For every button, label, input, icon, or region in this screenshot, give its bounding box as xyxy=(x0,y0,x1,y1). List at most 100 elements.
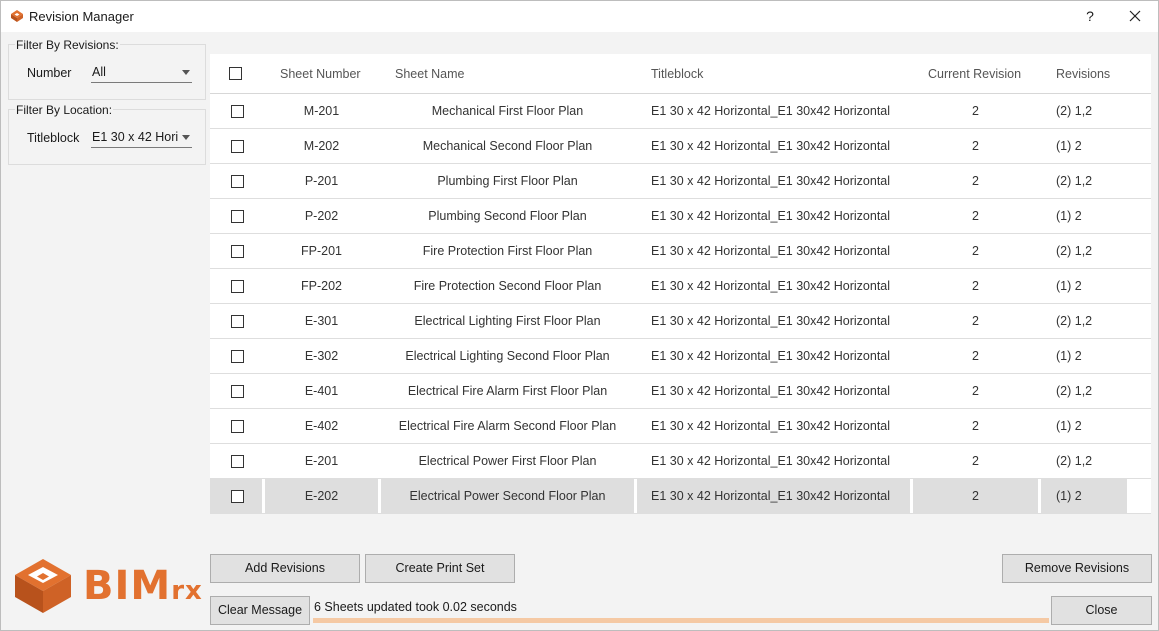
cell-revisions: (1) 2 xyxy=(1056,139,1082,153)
cell-current-revision: 2 xyxy=(972,349,979,363)
number-label: Number xyxy=(27,66,72,80)
table-row[interactable]: E-302 Electrical Lighting Second Floor Pl… xyxy=(210,339,1151,374)
cell-sheet-name: Mechanical First Floor Plan xyxy=(431,104,584,118)
remove-revisions-button[interactable]: Remove Revisions xyxy=(1002,554,1152,583)
select-all-checkbox[interactable] xyxy=(229,67,242,80)
cell-sheet-number: FP-201 xyxy=(301,244,342,258)
cell-sheet-name: Electrical Power First Floor Plan xyxy=(418,454,597,468)
progress-bar xyxy=(313,618,1049,623)
row-checkbox[interactable] xyxy=(231,455,244,468)
column-header-sheet-number[interactable]: Sheet Number xyxy=(280,67,361,81)
cell-sheet-number: FP-202 xyxy=(301,279,342,293)
cell-sheet-name: Plumbing Second Floor Plan xyxy=(428,209,587,223)
titleblock-label: Titleblock xyxy=(27,131,80,145)
table-row[interactable]: M-201 Mechanical First Floor Plan E1 30 x … xyxy=(210,94,1151,129)
revision-manager-window: Revision Manager ? Filter By Revisions: … xyxy=(0,0,1159,631)
cell-current-revision: 2 xyxy=(972,454,979,468)
cell-sheet-number: E-301 xyxy=(304,314,339,328)
table-row[interactable]: E-201 Electrical Power First Floor Plan E1… xyxy=(210,444,1151,479)
table-row[interactable]: P-201 Plumbing First Floor Plan E1 30 x 42… xyxy=(210,164,1151,199)
row-checkbox[interactable] xyxy=(231,315,244,328)
filter-by-location-legend: Filter By Location: xyxy=(15,103,114,117)
cell-current-revision: 2 xyxy=(972,174,979,188)
cell-sheet-name: Mechanical Second Floor Plan xyxy=(422,139,593,153)
table-row[interactable]: E-301 Electrical Lighting First Floor Pla… xyxy=(210,304,1151,339)
create-print-set-button[interactable]: Create Print Set xyxy=(365,554,515,583)
cell-sheet-name: Electrical Fire Alarm First Floor Plan xyxy=(407,384,608,398)
number-select-value: All xyxy=(92,65,106,79)
cell-current-revision: 2 xyxy=(972,419,979,433)
table-row[interactable]: E-202 Electrical Power Second Floor Plan E… xyxy=(210,479,1151,514)
column-header-titleblock[interactable]: Titleblock xyxy=(651,67,703,81)
filter-by-location-group: Filter By Location: Titleblock E1 30 x 4… xyxy=(8,103,206,165)
row-checkbox[interactable] xyxy=(231,490,244,503)
cell-sheet-name: Electrical Lighting First Floor Plan xyxy=(414,314,601,328)
bimrx-logo-icon xyxy=(15,559,71,613)
cell-titleblock: E1 30 x 42 Horizontal_E1 30x42 Horizonta… xyxy=(651,174,891,188)
table-row[interactable]: E-401 Electrical Fire Alarm First Floor P… xyxy=(210,374,1151,409)
progress-bar-fill xyxy=(313,618,1049,623)
cell-current-revision: 2 xyxy=(972,244,979,258)
titleblock-select[interactable]: E1 30 x 42 Horizontal xyxy=(91,128,192,148)
window-title: Revision Manager xyxy=(29,9,134,24)
cell-titleblock: E1 30 x 42 Horizontal_E1 30x42 Horizonta… xyxy=(651,139,891,153)
column-header-current-revision[interactable]: Current Revision xyxy=(928,67,1021,81)
cell-titleblock: E1 30 x 42 Horizontal_E1 30x42 Horizonta… xyxy=(651,384,891,398)
cell-revisions: (1) 2 xyxy=(1056,489,1082,503)
logo-text-main: BIM xyxy=(83,563,172,609)
help-button[interactable]: ? xyxy=(1077,4,1103,28)
filter-by-revisions-group: Filter By Revisions: Number All xyxy=(8,38,206,100)
table-row[interactable]: FP-201 Fire Protection First Floor Plan E1… xyxy=(210,234,1151,269)
row-checkbox[interactable] xyxy=(231,105,244,118)
row-checkbox[interactable] xyxy=(231,140,244,153)
revision-logo-icon xyxy=(10,9,24,23)
clear-message-button[interactable]: Clear Message xyxy=(210,596,310,625)
table-row[interactable]: P-202 Plumbing Second Floor Plan E1 30 x 4… xyxy=(210,199,1151,234)
table-row[interactable]: M-202 Mechanical Second Floor Plan E1 30 x… xyxy=(210,129,1151,164)
cell-revisions: (1) 2 xyxy=(1056,349,1082,363)
table-row[interactable]: E-402 Electrical Fire Alarm Second Floor … xyxy=(210,409,1151,444)
table-row[interactable]: FP-202 Fire Protection Second Floor Plan E… xyxy=(210,269,1151,304)
cell-sheet-name: Electrical Power Second Floor Plan xyxy=(409,489,606,503)
cell-sheet-number: P-202 xyxy=(304,209,339,223)
row-checkbox[interactable] xyxy=(231,210,244,223)
status-message: 6 Sheets updated took 0.02 seconds xyxy=(314,600,517,614)
close-icon xyxy=(1129,10,1141,22)
cell-sheet-number: P-201 xyxy=(304,174,339,188)
filter-by-revisions-legend: Filter By Revisions: xyxy=(15,38,120,52)
cell-titleblock: E1 30 x 42 Horizontal_E1 30x42 Horizonta… xyxy=(651,489,891,503)
row-checkbox[interactable] xyxy=(231,385,244,398)
cell-revisions: (2) 1,2 xyxy=(1056,314,1093,328)
row-checkbox[interactable] xyxy=(231,420,244,433)
row-checkbox[interactable] xyxy=(231,280,244,293)
row-checkbox[interactable] xyxy=(231,245,244,258)
cell-current-revision: 2 xyxy=(972,489,979,503)
cell-titleblock: E1 30 x 42 Horizontal_E1 30x42 Horizonta… xyxy=(651,279,891,293)
selected-cell-bg xyxy=(1041,479,1127,513)
cell-revisions: (2) 1,2 xyxy=(1056,104,1093,118)
cell-sheet-number: E-202 xyxy=(304,489,339,503)
sheets-grid: Sheet Number Sheet Name Titleblock Curre… xyxy=(210,54,1151,514)
cell-sheet-number: M-202 xyxy=(303,139,340,153)
add-revisions-button[interactable]: Add Revisions xyxy=(210,554,360,583)
cell-titleblock: E1 30 x 42 Horizontal_E1 30x42 Horizonta… xyxy=(651,349,891,363)
cell-sheet-name: Electrical Lighting Second Floor Plan xyxy=(405,349,610,363)
cell-sheet-name: Fire Protection First Floor Plan xyxy=(422,244,593,258)
cell-revisions: (2) 1,2 xyxy=(1056,174,1093,188)
cell-revisions: (2) 1,2 xyxy=(1056,384,1093,398)
cell-titleblock: E1 30 x 42 Horizontal_E1 30x42 Horizonta… xyxy=(651,314,891,328)
column-header-revisions[interactable]: Revisions xyxy=(1056,67,1110,81)
close-button[interactable]: Close xyxy=(1051,596,1152,625)
chevron-down-icon xyxy=(182,135,190,140)
cell-current-revision: 2 xyxy=(972,314,979,328)
cell-titleblock: E1 30 x 42 Horizontal_E1 30x42 Horizonta… xyxy=(651,454,891,468)
cell-sheet-number: E-302 xyxy=(304,349,339,363)
row-checkbox[interactable] xyxy=(231,175,244,188)
cell-titleblock: E1 30 x 42 Horizontal_E1 30x42 Horizonta… xyxy=(651,209,891,223)
cell-sheet-number: E-201 xyxy=(304,454,339,468)
number-select[interactable]: All xyxy=(91,63,192,83)
row-checkbox[interactable] xyxy=(231,350,244,363)
close-window-button[interactable] xyxy=(1121,4,1149,28)
column-header-sheet-name[interactable]: Sheet Name xyxy=(395,67,464,81)
titleblock-select-value: E1 30 x 42 Horizontal xyxy=(92,130,178,144)
